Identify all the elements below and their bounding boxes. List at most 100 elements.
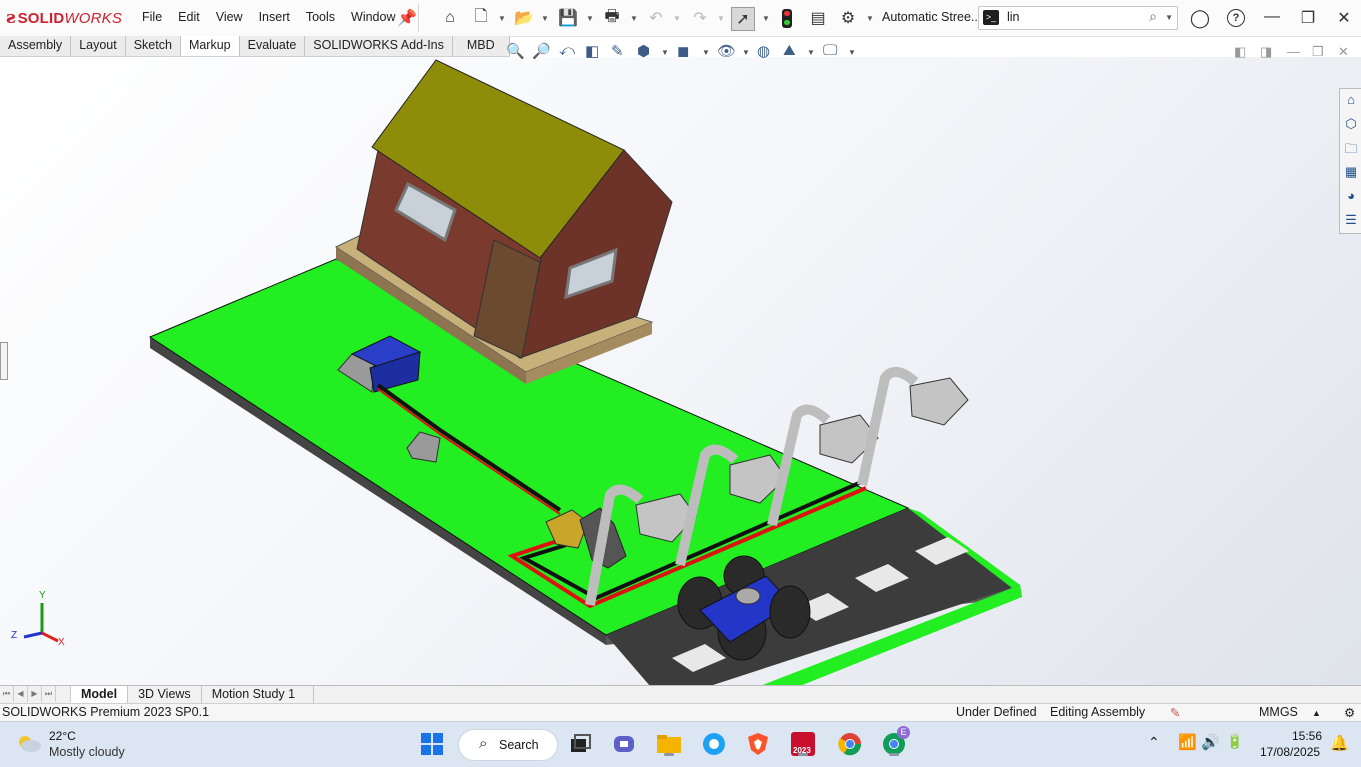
rebuild-traffic-light-icon[interactable] (782, 9, 792, 28)
file-explorer-icon[interactable]: 🗀 (1342, 140, 1360, 158)
chevron-up-icon[interactable]: ⌃ (1148, 734, 1160, 751)
close-icon[interactable]: ✕ (1333, 8, 1355, 28)
chevron-down-icon[interactable]: ▼ (541, 14, 549, 23)
tile-right-icon[interactable]: ◨ (1260, 44, 1272, 60)
undo-icon[interactable]: ↶ (645, 7, 667, 29)
first-tab-icon[interactable]: ⏮ (0, 686, 14, 702)
user-account-icon[interactable]: ◯ (1189, 8, 1211, 29)
file-properties-icon[interactable]: ▤ (807, 7, 829, 29)
display-style-icon[interactable]: ◼ (677, 42, 689, 60)
tab-assembly[interactable]: Assembly (0, 36, 72, 56)
minimize-icon[interactable]: — (1261, 8, 1283, 26)
zoom-to-fit-icon[interactable]: 🔍 (506, 42, 525, 60)
menu-view[interactable]: View (208, 10, 251, 24)
quick-tips-icon[interactable]: ⚙ (1344, 705, 1355, 720)
tile-left-icon[interactable]: ◧ (1234, 44, 1246, 60)
clock-time[interactable]: 15:56 (1292, 729, 1322, 743)
custom-properties-icon[interactable]: ☰ (1342, 212, 1360, 230)
prev-tab-icon[interactable]: ◀ (14, 686, 28, 702)
chevron-down-icon[interactable]: ▼ (673, 14, 681, 23)
chevron-down-icon[interactable]: ▼ (848, 48, 856, 57)
chevron-down-icon[interactable]: ▼ (586, 14, 594, 23)
home-icon[interactable]: ⌂ (439, 7, 461, 29)
redo-icon[interactable]: ↷ (689, 7, 711, 29)
task-view-icon[interactable] (566, 730, 594, 758)
chevron-down-icon[interactable]: ▼ (661, 48, 669, 57)
graphics-viewport[interactable]: Y X Z (0, 57, 1361, 685)
hide-show-items-icon[interactable]: 👁 (717, 42, 736, 60)
edit-appearance-icon[interactable]: ◍ (757, 42, 770, 60)
chevron-down-icon[interactable]: ▼ (1165, 13, 1173, 22)
solidworks-taskbar-icon[interactable]: 2023 (789, 730, 817, 758)
menu-tools[interactable]: Tools (298, 10, 343, 24)
chevron-down-icon[interactable]: ▼ (717, 14, 725, 23)
print-icon[interactable]: 🖶 (601, 7, 623, 29)
chevron-down-icon[interactable]: ▼ (742, 48, 750, 57)
taskbar-search-box[interactable]: ⌕ Search (458, 729, 558, 761)
zoom-to-area-icon[interactable]: 🔎 (532, 42, 551, 60)
chrome-profile-icon[interactable]: E (880, 726, 910, 758)
unit-system[interactable]: MMGS (1259, 705, 1298, 719)
view-orientation-icon[interactable]: ⬢ (637, 42, 650, 60)
view-palette-icon[interactable]: ▦ (1342, 164, 1360, 182)
gear-icon[interactable]: ⚙ (837, 7, 859, 29)
windows-start-icon[interactable] (418, 730, 446, 758)
assembly-model-render[interactable] (0, 57, 1361, 685)
menu-file[interactable]: File (134, 10, 170, 24)
view-settings-icon[interactable]: 🖵 (823, 42, 837, 59)
weather-temperature[interactable]: 22°C (49, 729, 76, 743)
chevron-down-icon[interactable]: ▼ (762, 14, 770, 23)
tab-evaluate[interactable]: Evaluate (239, 36, 306, 56)
help-icon[interactable]: ? (1225, 8, 1247, 27)
save-icon[interactable]: 💾 (557, 7, 579, 29)
file-explorer-icon[interactable] (655, 730, 683, 758)
clock-date[interactable]: 17/08/2025 (1260, 745, 1320, 759)
design-library-icon[interactable]: ⬡ (1342, 116, 1360, 134)
doc-restore-icon[interactable]: ❐ (1312, 44, 1324, 60)
chevron-down-icon[interactable]: ▼ (630, 14, 638, 23)
doc-minimize-icon[interactable]: — (1287, 44, 1300, 59)
chrome-browser-icon[interactable] (836, 730, 864, 758)
search-icon[interactable]: ⌕ (1149, 8, 1157, 25)
next-tab-icon[interactable]: ▶ (28, 686, 42, 702)
notification-bell-icon[interactable]: 🔔 (1330, 734, 1349, 752)
chevron-down-icon[interactable]: ▼ (498, 14, 506, 23)
tab-3d-views[interactable]: 3D Views (128, 686, 202, 704)
section-view-icon[interactable]: ◧ (585, 42, 599, 60)
meet-chat-icon[interactable] (611, 730, 639, 758)
tab-model[interactable]: Model (71, 686, 129, 704)
chevron-down-icon[interactable]: ▼ (702, 48, 710, 57)
edge-browser-icon[interactable] (700, 730, 728, 758)
solidworks-logo[interactable]: ƨ SOLIDWORKS (6, 7, 122, 29)
doc-close-icon[interactable]: ✕ (1338, 44, 1349, 60)
feature-tree-collapse-handle[interactable] (0, 342, 8, 380)
new-document-icon[interactable]: 🗋 (470, 7, 492, 29)
brave-browser-icon[interactable] (744, 730, 772, 758)
tab-solidworks-addins[interactable]: SOLIDWORKS Add-Ins (305, 36, 453, 56)
volume-icon[interactable]: 🔊 (1201, 733, 1220, 751)
tab-layout[interactable]: Layout (71, 36, 126, 56)
appearances-icon[interactable]: ◕ (1342, 188, 1360, 206)
menu-edit[interactable]: Edit (170, 10, 208, 24)
select-cursor-icon[interactable]: ➚ (731, 7, 755, 31)
tab-mbd[interactable]: MBD (452, 36, 510, 56)
apply-scene-icon[interactable]: ⛰ (783, 42, 796, 59)
last-tab-icon[interactable]: ⏭ (42, 686, 56, 702)
weather-condition[interactable]: Mostly cloudy (49, 745, 125, 759)
wifi-icon[interactable]: 📶 (1178, 733, 1197, 751)
open-folder-icon[interactable]: 📂 (513, 7, 535, 29)
chevron-up-icon[interactable]: ▲ (1312, 708, 1321, 718)
menu-insert[interactable]: Insert (251, 10, 298, 24)
tab-markup[interactable]: Markup (180, 36, 240, 56)
tab-motion-study[interactable]: Motion Study 1 (202, 686, 315, 704)
pin-icon[interactable]: 📌 (396, 7, 418, 29)
search-query[interactable]: lin (1007, 10, 1020, 24)
menu-window[interactable]: Window (343, 10, 403, 24)
dynamic-annotation-icon[interactable]: ✎ (611, 42, 624, 60)
chevron-down-icon[interactable]: ▼ (807, 48, 815, 57)
rebuild-status-icon[interactable]: ✎ (1170, 705, 1180, 720)
previous-view-icon[interactable]: ⤺ (559, 42, 575, 59)
command-search-field[interactable]: >_ lin ⌕ ▼ (978, 6, 1178, 30)
tab-sketch[interactable]: Sketch (125, 36, 181, 56)
chevron-down-icon[interactable]: ▼ (866, 14, 874, 23)
